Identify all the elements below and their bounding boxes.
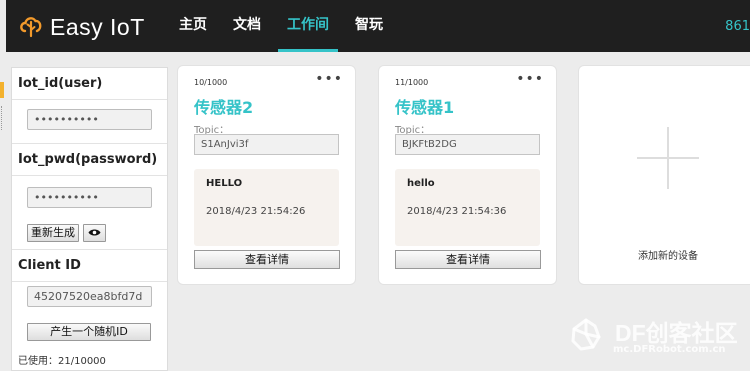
topic-field[interactable]: S1AnJvi3f <box>194 134 339 155</box>
credentials-panel: Iot_id(user) •••••••••• Iot_pwd(password… <box>11 67 168 371</box>
device-title[interactable]: 传感器1 <box>395 94 454 118</box>
watermark-url: mc.DFRobot.com.cn <box>613 344 726 355</box>
show-password-button[interactable] <box>83 224 106 242</box>
main-nav: 主页 文档 工作间 智玩 <box>166 0 396 52</box>
iot-pwd-field[interactable]: •••••••••• <box>27 187 152 208</box>
watermark-title: DF创客社区 <box>615 320 738 346</box>
view-details-button[interactable]: 查看详情 <box>194 250 340 269</box>
iot-pwd-block: •••••••••• 重新生成 <box>12 176 167 250</box>
client-id-label: Client ID <box>12 250 167 282</box>
message-count: 11/1000 <box>395 78 429 87</box>
left-edge-strip <box>0 0 6 371</box>
last-message-box: hello 2018/4/23 21:54:36 <box>395 169 540 246</box>
random-id-button[interactable]: 产生一个随机ID <box>27 323 151 341</box>
eye-icon <box>88 227 101 240</box>
regenerate-button[interactable]: 重新生成 <box>27 224 79 242</box>
left-edge-divider <box>1 106 4 130</box>
view-details-button[interactable]: 查看详情 <box>395 250 541 269</box>
more-options-icon[interactable]: ••• <box>516 71 544 87</box>
device-card: 11/1000 ••• 传感器1 Topic： BJKFtB2DG hello … <box>378 65 557 285</box>
client-id-block: 45207520ea8bfd7d 产生一个随机ID <box>12 282 167 356</box>
last-message-text: hello <box>407 178 435 189</box>
more-options-icon[interactable]: ••• <box>315 71 343 87</box>
add-device-label: 添加新的设备 <box>638 251 698 262</box>
last-message-box: HELLO 2018/4/23 21:54:26 <box>194 169 339 246</box>
iot-id-block: •••••••••• <box>12 100 167 144</box>
left-edge-marker <box>0 82 4 98</box>
device-title[interactable]: 传感器2 <box>194 94 253 118</box>
device-card: 10/1000 ••• 传感器2 Topic： S1AnJvi3f HELLO … <box>177 65 356 285</box>
watermark: DF创客社区 mc.DFRobot.com.cn <box>563 308 750 368</box>
plus-icon-stem <box>667 127 669 189</box>
add-device-card[interactable]: 添加新的设备 <box>578 65 750 285</box>
client-id-field[interactable]: 45207520ea8bfd7d <box>27 286 152 307</box>
logo-text: Easy IoT <box>50 13 145 40</box>
cloud-logo-icon <box>18 12 44 42</box>
nav-smart-play[interactable]: 智玩 <box>342 0 396 52</box>
usage-text: 已使用：21/10000 <box>18 356 106 367</box>
nav-docs[interactable]: 文档 <box>220 0 274 52</box>
topic-field[interactable]: BJKFtB2DG <box>395 134 540 155</box>
last-message-time: 2018/4/23 21:54:36 <box>407 206 507 217</box>
last-message-text: HELLO <box>206 178 243 189</box>
nav-workspace[interactable]: 工作间 <box>274 0 342 52</box>
nav-home[interactable]: 主页 <box>166 0 220 52</box>
last-message-time: 2018/4/23 21:54:26 <box>206 206 306 217</box>
message-count: 10/1000 <box>194 78 228 87</box>
iot-pwd-label: Iot_pwd(password) <box>12 144 167 176</box>
top-bar: Easy IoT 主页 文档 工作间 智玩 861 <box>0 0 750 52</box>
account-menu[interactable]: 861 <box>725 19 750 34</box>
logo[interactable]: Easy IoT <box>18 13 145 41</box>
iot-id-label: Iot_id(user) <box>12 68 167 100</box>
iot-id-field[interactable]: •••••••••• <box>27 109 152 130</box>
